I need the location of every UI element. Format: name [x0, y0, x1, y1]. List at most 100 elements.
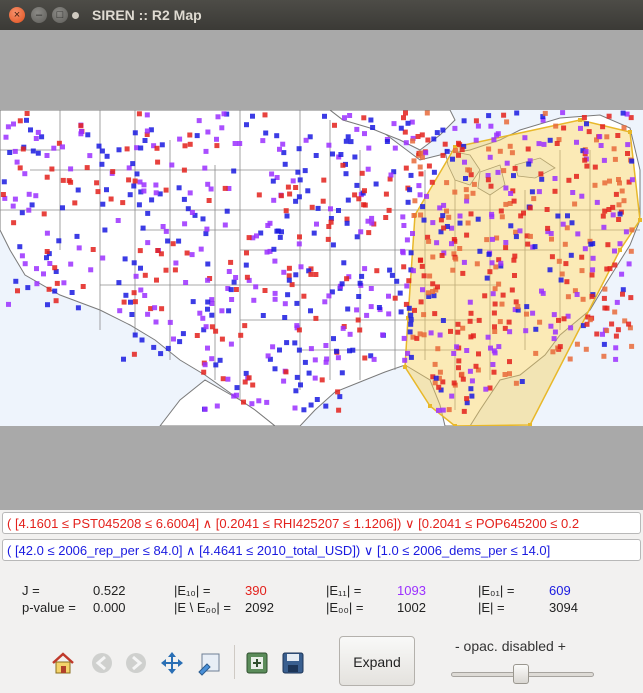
- entity-marker: [172, 267, 178, 273]
- entity-marker: [1, 179, 7, 185]
- entity-marker: [564, 279, 570, 285]
- entity-marker: [75, 187, 81, 193]
- entity-marker: [470, 333, 476, 339]
- maximize-icon[interactable]: □: [52, 7, 68, 23]
- expand-button[interactable]: Expand: [339, 636, 415, 686]
- opacity-slider-handle[interactable]: [513, 664, 530, 684]
- save-icon[interactable]: [280, 650, 306, 676]
- entity-marker: [473, 118, 479, 124]
- entity-marker: [129, 312, 135, 317]
- entity-marker: [409, 119, 415, 125]
- entity-marker: [625, 142, 631, 148]
- entity-marker: [324, 356, 330, 362]
- entity-marker: [572, 201, 578, 207]
- p-value: 0.000: [93, 600, 126, 615]
- entity-marker: [487, 269, 493, 275]
- pan-icon[interactable]: [159, 650, 185, 676]
- entity-marker: [495, 169, 501, 175]
- j-label: J =: [22, 583, 40, 598]
- entity-marker: [177, 339, 183, 345]
- hull-vertex[interactable]: [453, 424, 457, 426]
- entity-marker: [589, 293, 595, 299]
- entity-marker: [226, 308, 232, 314]
- entity-marker: [176, 238, 182, 244]
- minimize-icon[interactable]: –: [31, 7, 47, 23]
- entity-marker: [182, 143, 188, 149]
- entity-marker: [403, 140, 409, 146]
- entity-marker: [306, 370, 312, 376]
- entity-marker: [283, 369, 289, 375]
- entity-marker: [512, 165, 518, 171]
- entity-marker: [430, 289, 436, 294]
- right-query-field[interactable]: ( [42.0 ≤ 2006_rep_per ≤ 84.0] ∧ [4.4641…: [2, 539, 641, 561]
- entity-marker: [94, 180, 100, 186]
- back-icon[interactable]: [89, 650, 115, 676]
- entity-marker: [462, 159, 467, 165]
- entity-marker: [470, 190, 476, 196]
- entity-marker: [345, 197, 351, 203]
- entity-marker: [132, 130, 138, 136]
- entity-marker: [213, 328, 219, 334]
- configure-icon[interactable]: [244, 650, 270, 676]
- entity-marker: [151, 344, 157, 350]
- map-panel[interactable]: [0, 30, 643, 510]
- entity-marker: [225, 376, 231, 382]
- entity-marker: [560, 221, 566, 227]
- entity-marker: [454, 344, 460, 350]
- entity-marker: [475, 216, 481, 222]
- entity-marker: [294, 323, 300, 329]
- hull-vertex[interactable]: [628, 130, 632, 134]
- home-icon[interactable]: [50, 650, 76, 676]
- entity-marker: [301, 293, 307, 299]
- entity-marker: [629, 343, 635, 349]
- entity-marker: [331, 336, 336, 342]
- hull-vertex[interactable]: [618, 248, 622, 252]
- window-menu-icon[interactable]: [72, 12, 79, 19]
- entity-marker: [265, 353, 271, 359]
- entity-marker: [449, 393, 455, 399]
- entity-marker: [369, 220, 375, 226]
- hull-vertex[interactable]: [428, 404, 432, 408]
- hull-vertex[interactable]: [578, 118, 582, 122]
- entity-marker: [22, 171, 28, 177]
- entity-marker: [221, 111, 227, 117]
- forward-icon[interactable]: [123, 650, 149, 676]
- entity-marker: [260, 138, 266, 144]
- entity-marker: [460, 325, 466, 331]
- us-map[interactable]: [0, 110, 643, 426]
- entity-marker: [461, 118, 467, 124]
- entity-marker: [104, 187, 109, 193]
- entity-marker: [308, 271, 314, 277]
- entity-marker: [598, 143, 604, 148]
- entity-marker: [330, 151, 335, 157]
- entity-marker: [486, 251, 492, 257]
- left-query-field[interactable]: ( [4.1601 ≤ PST045208 ≤ 6.6004] ∧ [0.204…: [2, 512, 641, 534]
- entity-marker: [200, 315, 206, 321]
- entity-marker: [17, 118, 23, 124]
- hull-vertex[interactable]: [528, 423, 532, 426]
- entity-marker: [476, 351, 481, 357]
- entity-marker: [507, 371, 512, 377]
- entity-marker: [76, 245, 82, 251]
- close-icon[interactable]: ×: [9, 7, 25, 23]
- entity-marker: [500, 292, 506, 298]
- entity-marker: [325, 236, 331, 242]
- entity-marker: [183, 280, 189, 285]
- entity-marker: [78, 123, 84, 129]
- entity-marker: [12, 148, 18, 154]
- zoom-icon[interactable]: [196, 650, 222, 676]
- entity-marker: [468, 211, 474, 217]
- entity-marker: [488, 123, 494, 129]
- entity-marker: [330, 242, 336, 248]
- entity-marker: [319, 377, 325, 383]
- entity-marker: [224, 208, 230, 214]
- entity-marker: [198, 246, 204, 252]
- entity-marker: [285, 292, 291, 298]
- entity-marker: [298, 382, 303, 388]
- entity-marker: [153, 182, 159, 188]
- hull-vertex[interactable]: [638, 218, 642, 222]
- entity-marker: [597, 134, 603, 140]
- entity-marker: [229, 297, 235, 302]
- hull-vertex[interactable]: [403, 365, 407, 369]
- entity-marker: [177, 136, 183, 142]
